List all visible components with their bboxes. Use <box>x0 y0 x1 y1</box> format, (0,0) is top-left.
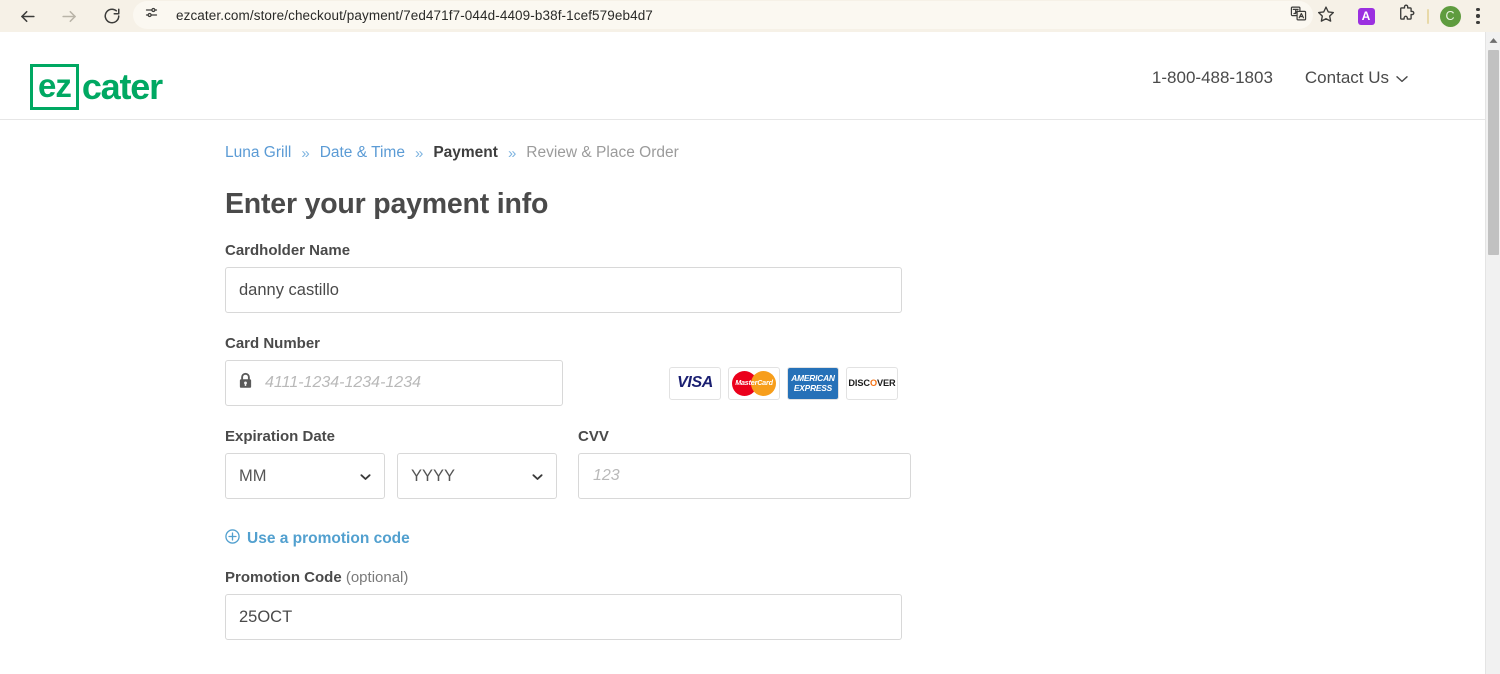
expiration-date-label: Expiration Date <box>225 428 336 445</box>
breadcrumb-item-payment: Payment <box>433 144 498 161</box>
breadcrumb-separator: » <box>301 144 310 162</box>
breadcrumb-separator: » <box>507 144 517 162</box>
card-number-placeholder: 4111-1234-1234-1234 <box>265 374 421 391</box>
support-phone[interactable]: 1-800-488-1803 <box>1152 68 1273 88</box>
extension-badge-button[interactable]: A <box>1352 2 1380 30</box>
discover-logo-post: VER <box>877 378 896 388</box>
translate-icon <box>1290 5 1307 27</box>
page-viewport: ez cater 1-800-488-1803 Contact Us Luna … <box>0 32 1485 674</box>
circle-plus-icon <box>225 529 240 549</box>
chevron-down-icon <box>360 467 371 486</box>
cardholder-name-input[interactable]: danny castillo <box>225 267 902 313</box>
amex-logo-line1: AMERICAN <box>791 373 835 383</box>
cardholder-name-value: danny castillo <box>239 280 339 299</box>
expiration-month-select[interactable]: MM <box>225 453 385 499</box>
promotion-code-input[interactable]: 25OCT <box>225 594 902 640</box>
avatar: C <box>1439 5 1461 27</box>
discover-logo-pre: DISC <box>848 378 870 388</box>
extensions-button[interactable] <box>1392 2 1420 30</box>
expiration-year-value: YYYY <box>411 466 456 485</box>
expiration-year-select[interactable]: YYYY <box>397 453 557 499</box>
use-promotion-code-link[interactable]: Use a promotion code <box>225 529 1485 549</box>
visa-logo-text: VISA <box>677 374 713 391</box>
card-number-label: Card Number <box>225 335 321 352</box>
scrollbar-thumb[interactable] <box>1488 50 1499 255</box>
address-bar[interactable]: ezcater.com/store/checkout/payment/7ed47… <box>133 1 1313 29</box>
site-header: ez cater 1-800-488-1803 Contact Us <box>0 32 1485 120</box>
discover-logo-o: O <box>869 378 877 388</box>
chevron-down-icon <box>532 467 543 486</box>
logo-cater-word: cater <box>81 66 163 107</box>
expiration-cvv-row: Expiration Date MM YYYY CVV 123 <box>225 428 1485 499</box>
extension-badge-icon: A <box>1357 7 1375 25</box>
breadcrumb: Luna Grill » Date & Time » Payment » Rev… <box>225 144 1485 162</box>
promotion-code-label: Promotion Code (optional) <box>225 569 1485 586</box>
ezcater-logo[interactable]: ez cater <box>30 64 163 110</box>
amex-logo: AMERICAN EXPRESS <box>787 366 839 400</box>
amex-logo-line2: EXPRESS <box>793 383 833 393</box>
browser-toolbar: ezcater.com/store/checkout/payment/7ed47… <box>0 0 1500 32</box>
contact-us-label: Contact Us <box>1304 68 1389 87</box>
puzzle-piece-icon <box>1397 4 1416 28</box>
cvv-input[interactable]: 123 <box>578 453 911 499</box>
site-settings-icon <box>144 5 159 25</box>
card-number-group: Card Number 4111-1234-1234-1234 VISA Mas… <box>225 335 1485 406</box>
visa-logo: VISA <box>669 366 721 400</box>
url-text[interactable]: ezcater.com/store/checkout/payment/7ed47… <box>176 8 653 23</box>
breadcrumb-item-date-time[interactable]: Date & Time <box>320 144 405 162</box>
back-button[interactable] <box>12 1 42 31</box>
profile-button[interactable]: C <box>1436 2 1464 30</box>
breadcrumb-item-restaurant[interactable]: Luna Grill <box>225 144 291 162</box>
star-icon <box>1317 5 1335 28</box>
chevron-down-icon <box>1396 68 1408 88</box>
expiration-group: Expiration Date MM YYYY <box>225 428 557 499</box>
scroll-up-arrow-icon <box>1489 31 1498 49</box>
scroll-up-button[interactable] <box>1486 32 1500 48</box>
cvv-label: CVV <box>578 428 609 445</box>
arrow-right-icon <box>60 7 79 26</box>
logo-ez-mark: ez <box>30 64 79 110</box>
header-actions: 1-800-488-1803 Contact Us <box>1152 68 1408 88</box>
toolbar-actions: A C <box>1284 0 1500 32</box>
card-number-row: 4111-1234-1234-1234 VISA MasterCard AMER… <box>225 360 1485 406</box>
checkout-content: Luna Grill » Date & Time » Payment » Rev… <box>0 120 1485 640</box>
promotion-code-value: 25OCT <box>239 607 293 626</box>
page-scrollbar[interactable] <box>1485 32 1500 674</box>
breadcrumb-separator: » <box>414 144 424 162</box>
reload-icon <box>103 7 121 25</box>
contact-us-menu[interactable]: Contact Us <box>1305 68 1408 88</box>
cvv-group: CVV 123 <box>578 428 911 499</box>
chrome-menu-button[interactable] <box>1464 2 1492 30</box>
bookmark-button[interactable] <box>1312 2 1340 30</box>
promotion-code-label-text: Promotion Code <box>225 569 342 586</box>
lock-icon <box>238 372 253 394</box>
use-promotion-code-label: Use a promotion code <box>247 530 410 547</box>
accepted-card-logos: VISA MasterCard AMERICAN EXPRESS DISCOVE… <box>669 366 898 400</box>
discover-logo: DISCOVER <box>846 366 898 400</box>
toolbar-divider <box>1427 8 1429 24</box>
three-dot-menu-icon <box>1476 7 1480 25</box>
site-settings-button[interactable] <box>138 2 164 28</box>
promotion-code-group: Promotion Code (optional) 25OCT <box>225 569 1485 640</box>
forward-button[interactable] <box>54 1 84 31</box>
breadcrumb-item-review: Review & Place Order <box>526 144 679 161</box>
mastercard-logo-text: MasterCard <box>735 378 773 387</box>
page-title: Enter your payment info <box>225 188 549 220</box>
cardholder-name-group: Cardholder Name danny castillo <box>225 242 1485 313</box>
arrow-left-icon <box>18 7 37 26</box>
translate-button[interactable] <box>1284 2 1312 30</box>
cvv-placeholder: 123 <box>593 467 620 484</box>
expiration-month-value: MM <box>239 466 267 485</box>
reload-button[interactable] <box>97 1 127 31</box>
mastercard-logo: MasterCard <box>728 366 780 400</box>
promotion-code-optional-text: (optional) <box>345 569 409 586</box>
card-number-input[interactable]: 4111-1234-1234-1234 <box>225 360 563 406</box>
cardholder-name-label: Cardholder Name <box>225 242 351 259</box>
